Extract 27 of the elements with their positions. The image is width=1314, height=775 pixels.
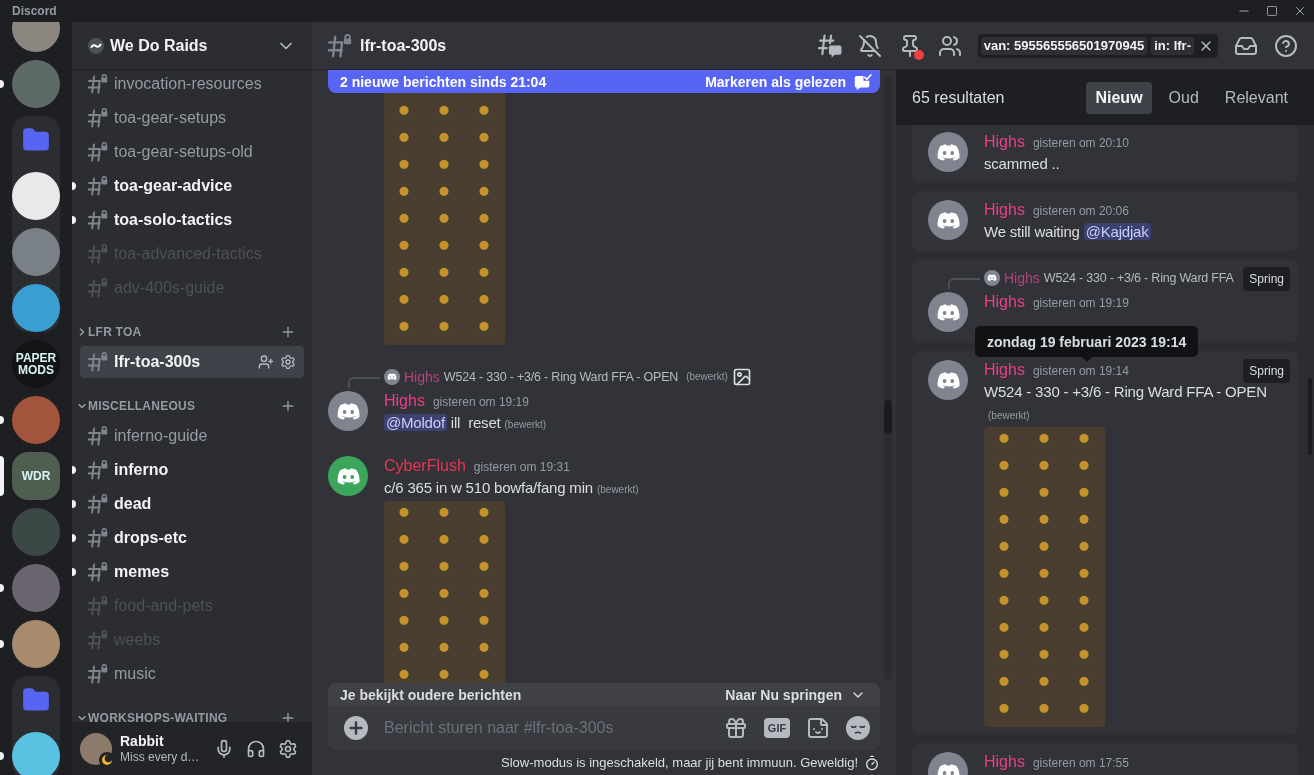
timestamp: gisteren om 19:19 (432, 394, 529, 411)
timestamp: gisteren om 20:06 (1032, 203, 1129, 220)
message-text: scammed .. (984, 155, 1060, 172)
message-text: W524 - 330 - +3/6 - Ring Ward FFA - OPEN (984, 383, 1267, 400)
user-name: Rabbit (120, 732, 165, 750)
search-token: in: lfr- (1151, 36, 1194, 55)
edited-label: (bewerkt) (686, 370, 728, 384)
results-count: 65 resultaten (912, 88, 1005, 107)
timestamp: gisteren om 20:10 (1032, 135, 1129, 152)
timestamp: gisteren om 17:55 (1032, 755, 1129, 772)
edited-label: (bewerkt) (596, 483, 639, 497)
channel-title: lfr-toa-300s (360, 36, 447, 55)
edited-label: (bewerkt) (504, 418, 547, 432)
message-text: c/6 365 in w 510 bowfa/fang min (384, 479, 593, 496)
older-messages-text: Je bekijkt oudere berichten (340, 686, 522, 703)
timestamp: gisteren om 19:14 (1032, 363, 1129, 380)
search-token: van: 595565556501970945 (980, 36, 1148, 55)
user-status: Miss every d… (120, 750, 200, 765)
timestamp: gisteren om 19:19 (1032, 295, 1129, 312)
timestamp: gisteren om 19:31 (473, 459, 570, 476)
message-text: ill reset (449, 414, 501, 431)
edited-label: (bewerkt) (988, 409, 1030, 423)
app-title: Discord (12, 4, 57, 18)
tooltip: zondag 19 februari 2023 19:14 (975, 326, 1199, 362)
slowmode-notice: Slow-modus is ingeschakeld, maar jij bent immuun. Geweldig! (501, 755, 858, 770)
message-text: We still waiting (984, 223, 1081, 240)
new-messages-text: 2 nieuwe berichten sinds 21:04 (340, 73, 547, 90)
